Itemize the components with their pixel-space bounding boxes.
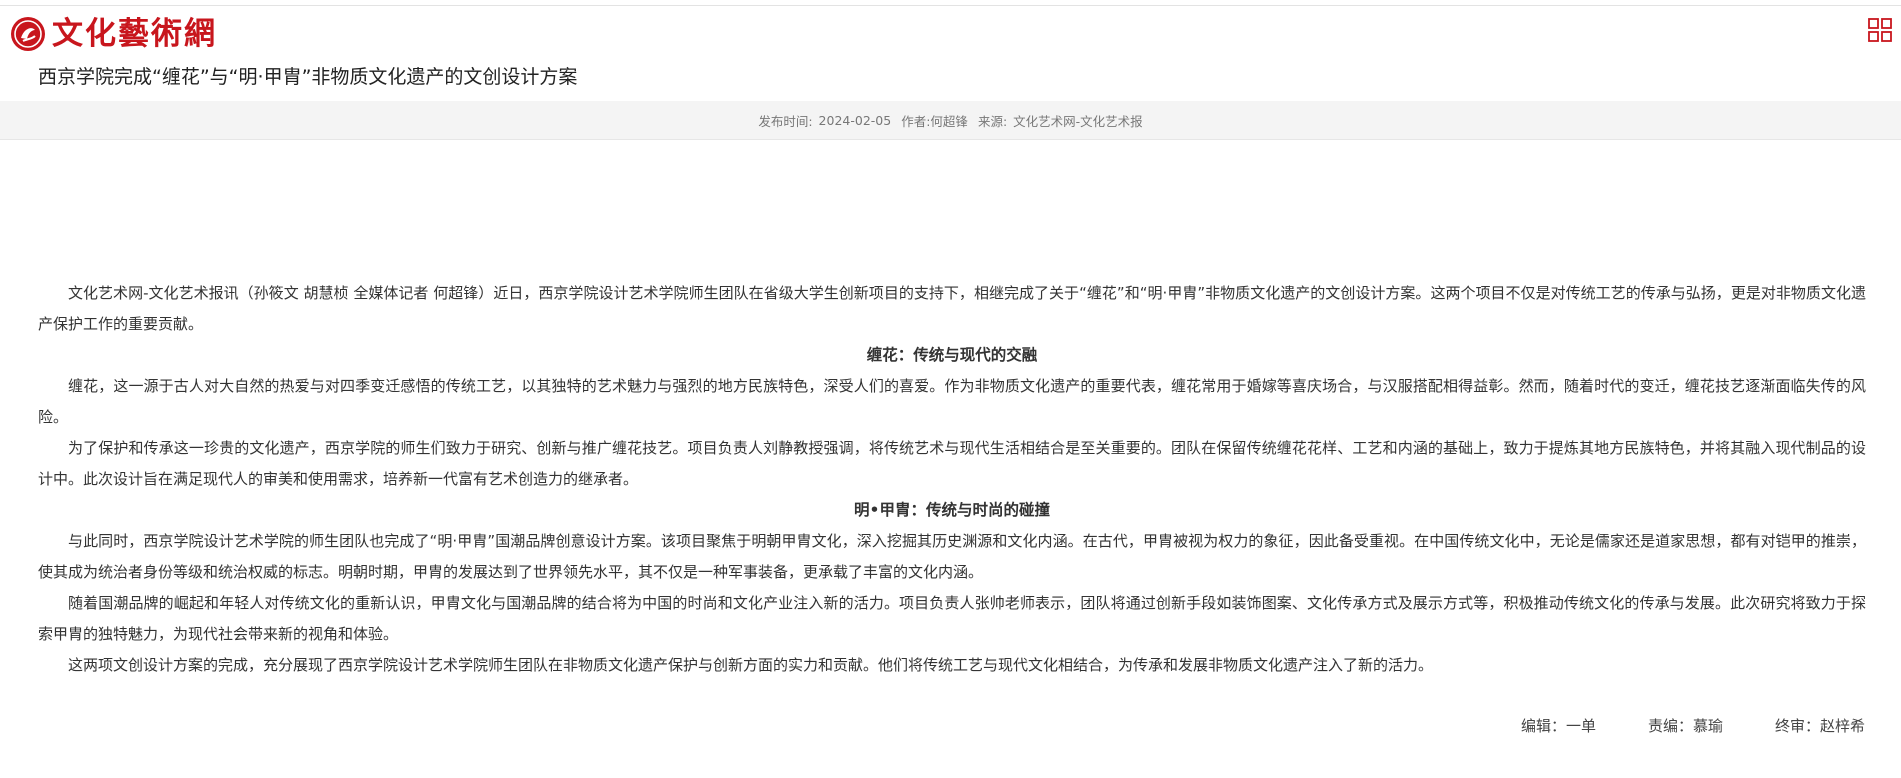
article-paragraph: 与此同时，西京学院设计艺术学院的师生团队也完成了“明·甲胄”国潮品牌创意设计方案… bbox=[38, 532, 1866, 581]
responsible-editor-credit: 责编：慕瑜 bbox=[1647, 717, 1723, 735]
published-label: 发布时间: bbox=[758, 113, 813, 129]
logo-text: 文化藝術網 bbox=[52, 16, 217, 52]
article-meta-bar: 发布时间: 2024-02-05 作者: 何超锋 来源: 文化艺术网-文化艺术报 bbox=[0, 101, 1901, 140]
final-review-credit: 终审：赵梓希 bbox=[1774, 717, 1865, 735]
red-circle-emblem-icon bbox=[11, 17, 45, 51]
article-title: 西京学院完成“缠花”与“明·甲胄”非物质文化遗产的文创设计方案 bbox=[38, 66, 578, 88]
source-label: 来源: bbox=[977, 113, 1008, 129]
source-name: 文化艺术网-文化艺术报 bbox=[1013, 113, 1143, 129]
section-heading: 明•甲胄：传统与时尚的碰撞 bbox=[854, 501, 1050, 519]
grid-menu-icon[interactable] bbox=[1868, 18, 1892, 42]
article-body: 文化艺术网-文化艺术报讯（孙筱文 胡慧桢 全媒体记者 何超锋）近日，西京学院设计… bbox=[38, 278, 1866, 681]
article-paragraph: 随着国潮品牌的崛起和年轻人对传统文化的重新认识，甲胄文化与国潮品牌的结合将为中国… bbox=[38, 594, 1866, 643]
article-paragraph: 为了保护和传承这一珍贵的文化遗产，西京学院的师生们致力于研究、创新与推广缠花技艺… bbox=[38, 439, 1866, 488]
article-paragraph: 缠花，这一源于古人对大自然的热爱与对四季变迁感悟的传统工艺，以其独特的艺术魅力与… bbox=[38, 377, 1866, 426]
site-logo[interactable]: 文化藝術網 bbox=[10, 14, 217, 54]
article-paragraph: 这两项文创设计方案的完成，充分展现了西京学院设计艺术学院师生团队在非物质文化遗产… bbox=[68, 656, 1434, 674]
published-date: 2024-02-05 bbox=[818, 112, 892, 128]
editor-credit: 编辑：一单 bbox=[1520, 717, 1596, 735]
site-header: 文化藝術網 bbox=[0, 6, 1901, 58]
section-heading: 缠花：传统与现代的交融 bbox=[866, 346, 1038, 364]
article-paragraph: 文化艺术网-文化艺术报讯（孙筱文 胡慧桢 全媒体记者 何超锋）近日，西京学院设计… bbox=[38, 284, 1866, 333]
author-name: 何超锋 bbox=[930, 113, 968, 129]
article-credits: 编辑：一单 责编：慕瑜 终审：赵梓希 bbox=[1521, 714, 1865, 738]
author-label: 作者: bbox=[901, 113, 931, 129]
